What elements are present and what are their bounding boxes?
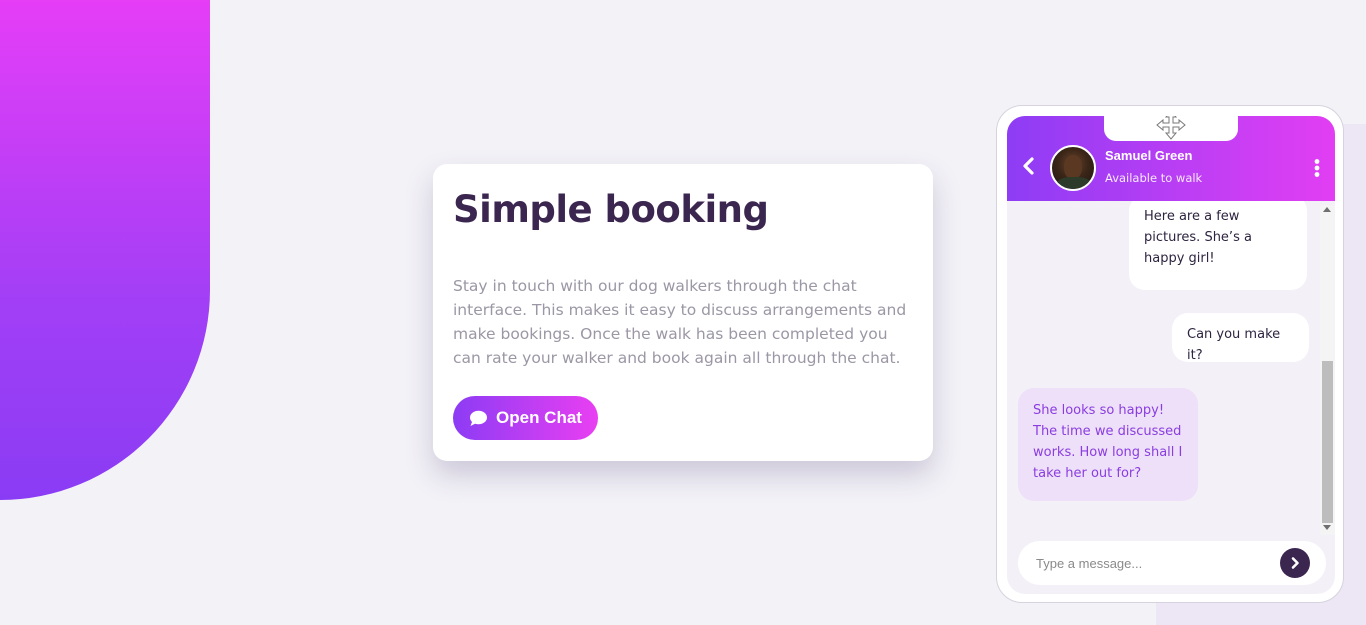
decorative-blob-left [0,0,210,500]
message-outgoing: Can you make it? [1172,313,1309,363]
scrollbar-thumb[interactable] [1322,361,1333,523]
message-outgoing: Here are a few pictures. She’s a happy g… [1129,201,1307,290]
message-list[interactable]: Here are a few pictures. She’s a happy g… [1007,201,1319,535]
chat-header: Samuel Green Available to walk [1007,116,1335,201]
contact-name: Samuel Green [1105,148,1193,163]
message-scrollbar[interactable] [1320,205,1335,535]
scroll-down-arrow-icon[interactable] [1323,525,1331,530]
open-chat-label: Open Chat [496,408,582,427]
send-button[interactable] [1280,548,1310,578]
phone-mockup: Samuel Green Available to walk Here are … [996,105,1344,603]
scroll-up-arrow-icon[interactable] [1323,207,1331,212]
open-chat-button[interactable]: Open Chat [453,396,598,440]
avatar-shirt [1056,177,1092,189]
chevron-left-icon[interactable] [1021,157,1037,175]
avatar[interactable] [1050,145,1096,191]
chevron-right-icon [1291,557,1299,569]
message-composer [1018,541,1326,585]
message-input[interactable] [1036,551,1272,575]
feature-description: Stay in touch with our dog walkers throu… [453,277,907,367]
more-vertical-icon[interactable] [1309,158,1325,178]
move-cursor-icon[interactable] [1156,116,1186,140]
message-incoming: She looks so happy! The time we discusse… [1018,388,1198,501]
feature-card: Simple booking Stay in touch with our do… [433,164,933,461]
chat-bubble-icon [469,410,488,427]
chat-window: Samuel Green Available to walk Here are … [1007,116,1335,594]
avatar-face [1064,155,1082,179]
feature-title: Simple booking [453,188,769,231]
contact-status: Available to walk [1105,171,1203,185]
